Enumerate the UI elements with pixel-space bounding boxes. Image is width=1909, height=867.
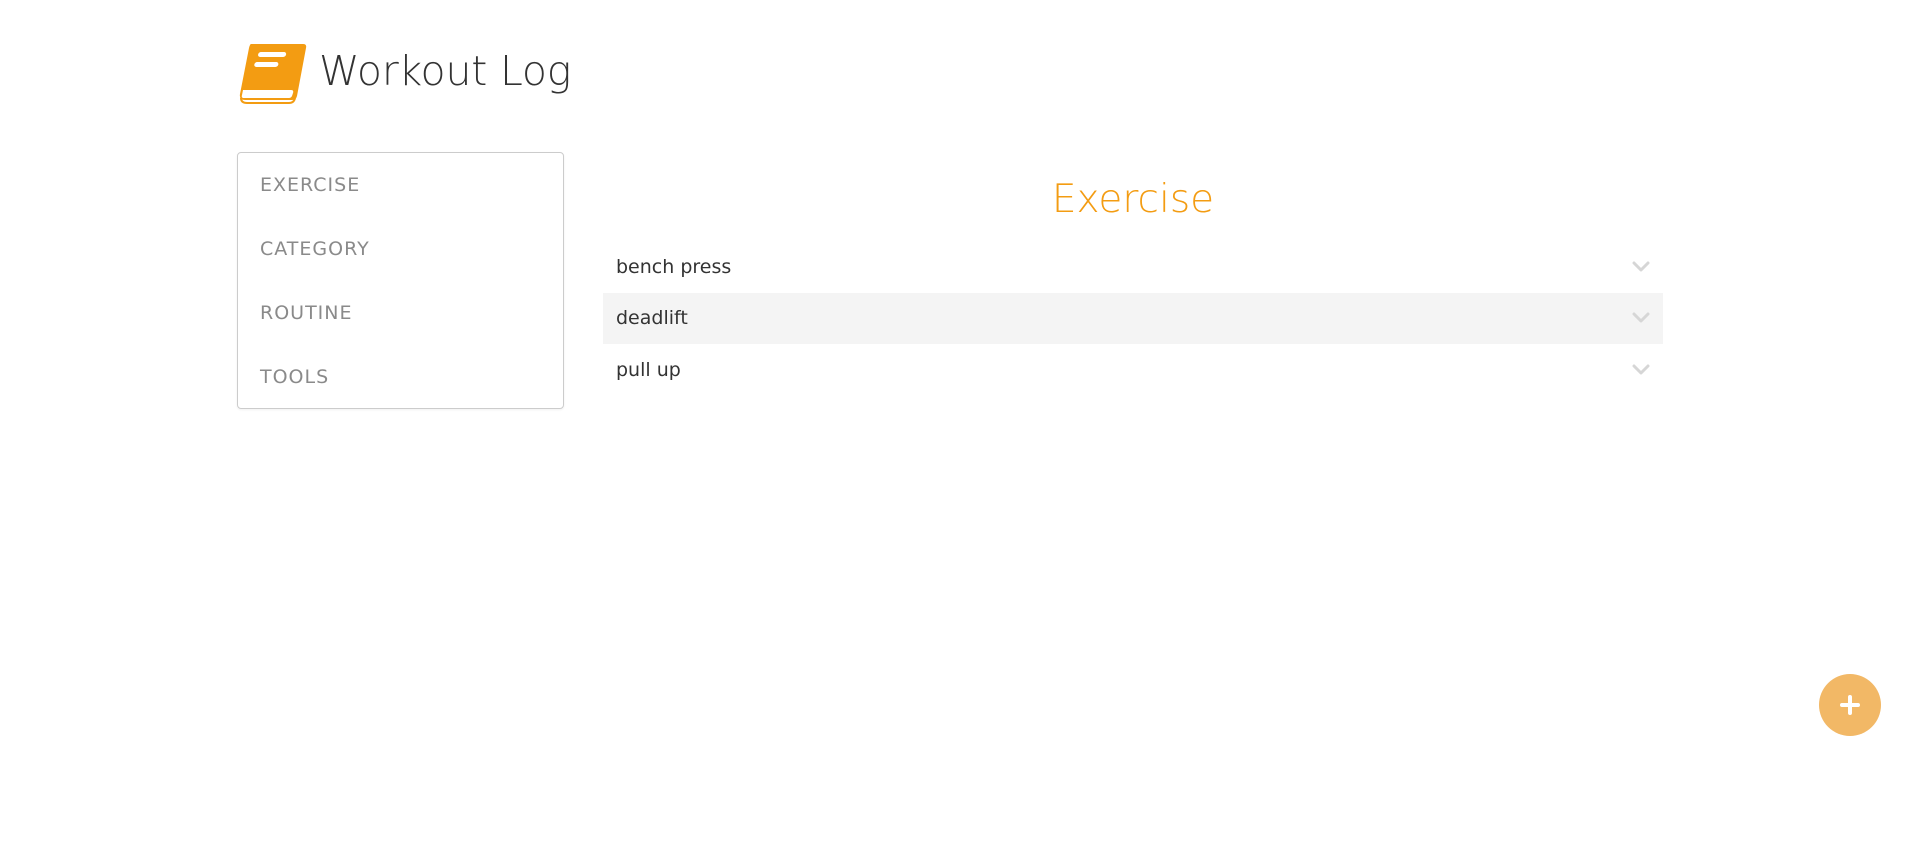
sidebar-item-label: EXERCISE (260, 174, 361, 196)
page-title: Exercise (1051, 177, 1215, 222)
exercise-name: bench press (616, 255, 732, 278)
exercise-list: bench press deadlift pull up (603, 241, 1663, 396)
app-title: Workout Log (319, 47, 572, 95)
exercise-row-pull-up[interactable]: pull up (603, 344, 1663, 396)
plus-icon (1840, 695, 1860, 715)
chevron-down-icon[interactable] (1632, 261, 1650, 273)
sidebar-item-tools[interactable]: TOOLS (238, 345, 563, 409)
exercise-row-bench-press[interactable]: bench press (603, 241, 1663, 293)
sidebar-item-label: ROUTINE (260, 302, 353, 324)
exercise-name: deadlift (616, 307, 688, 330)
sidebar-item-exercise[interactable]: EXERCISE (238, 153, 563, 217)
sidebar-item-label: TOOLS (260, 366, 330, 388)
main-content: Exercise bench press deadlift pull up (603, 152, 1663, 396)
app-header: Workout Log (237, 38, 571, 104)
exercise-name: pull up (616, 358, 681, 381)
chevron-down-icon[interactable] (1632, 312, 1650, 324)
sidebar-item-routine[interactable]: ROUTINE (238, 281, 563, 345)
sidebar-item-category[interactable]: CATEGORY (238, 217, 563, 281)
add-exercise-button[interactable] (1819, 674, 1881, 736)
sidebar-nav: EXERCISE CATEGORY ROUTINE TOOLS (237, 152, 564, 409)
book-icon (239, 44, 307, 104)
sidebar-item-label: CATEGORY (260, 238, 370, 260)
chevron-down-icon[interactable] (1632, 364, 1650, 376)
exercise-row-deadlift[interactable]: deadlift (603, 292, 1663, 344)
